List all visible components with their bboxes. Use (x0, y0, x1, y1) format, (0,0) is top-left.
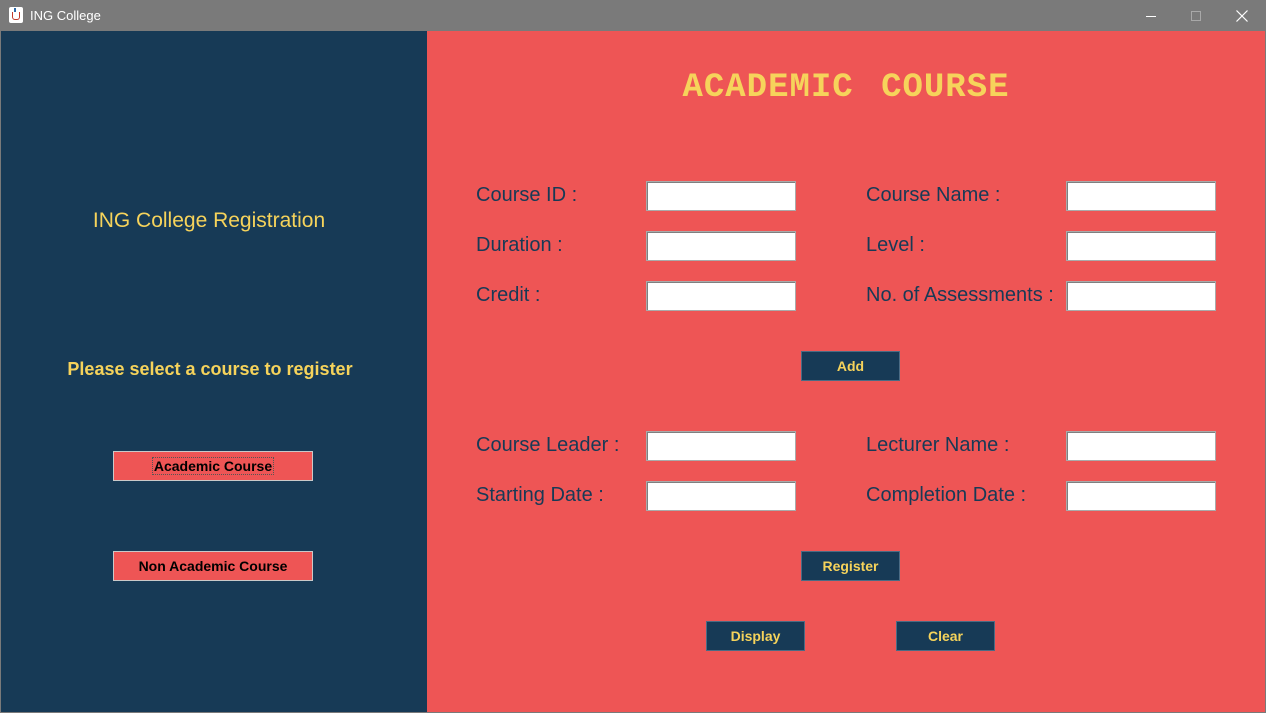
minimize-icon (1145, 15, 1156, 17)
maximize-button[interactable] (1173, 0, 1218, 31)
add-button[interactable]: Add (801, 351, 900, 381)
course-id-label: Course ID : (476, 184, 578, 206)
lecturer-name-field[interactable] (1066, 431, 1216, 461)
java-app-icon (9, 7, 23, 23)
register-button[interactable]: Register (801, 551, 900, 581)
course-leader-field[interactable] (646, 431, 796, 461)
sidebar-panel: ING College Registration Please select a… (1, 31, 427, 712)
close-button[interactable] (1219, 0, 1264, 31)
level-label: Level : (866, 234, 925, 256)
academic-course-form: ACADEMIC COURSE Course ID : Course Name … (427, 31, 1265, 712)
registration-title: ING College Registration (92, 209, 326, 232)
course-id-field[interactable] (646, 181, 796, 211)
level-field[interactable] (1066, 231, 1216, 261)
clear-button[interactable]: Clear (896, 621, 995, 651)
display-button[interactable]: Display (706, 621, 805, 651)
academic-course-label: Academic Course (151, 457, 275, 475)
maximize-icon (1190, 10, 1201, 21)
close-icon (1235, 9, 1248, 22)
course-leader-label: Course Leader : (476, 434, 620, 456)
non-academic-course-button[interactable]: Non Academic Course (113, 551, 313, 581)
starting-date-label: Starting Date : (476, 484, 604, 506)
duration-label: Duration : (476, 234, 563, 256)
window-titlebar: ING College (0, 0, 1266, 31)
assessments-field[interactable] (1066, 281, 1216, 311)
select-course-prompt: Please select a course to register (67, 359, 353, 379)
minimize-button[interactable] (1128, 0, 1173, 31)
course-name-field[interactable] (1066, 181, 1216, 211)
course-name-label: Course Name : (866, 184, 1001, 206)
assessments-label: No. of Assessments : (866, 284, 1054, 306)
credit-label: Credit : (476, 284, 541, 306)
form-heading: ACADEMIC COURSE (682, 69, 1010, 107)
academic-course-button[interactable]: Academic Course (113, 451, 313, 481)
window-title: ING College (30, 8, 101, 23)
completion-date-field[interactable] (1066, 481, 1216, 511)
duration-field[interactable] (646, 231, 796, 261)
lecturer-name-label: Lecturer Name : (866, 434, 1010, 456)
completion-date-label: Completion Date : (866, 484, 1027, 506)
starting-date-field[interactable] (646, 481, 796, 511)
credit-field[interactable] (646, 281, 796, 311)
